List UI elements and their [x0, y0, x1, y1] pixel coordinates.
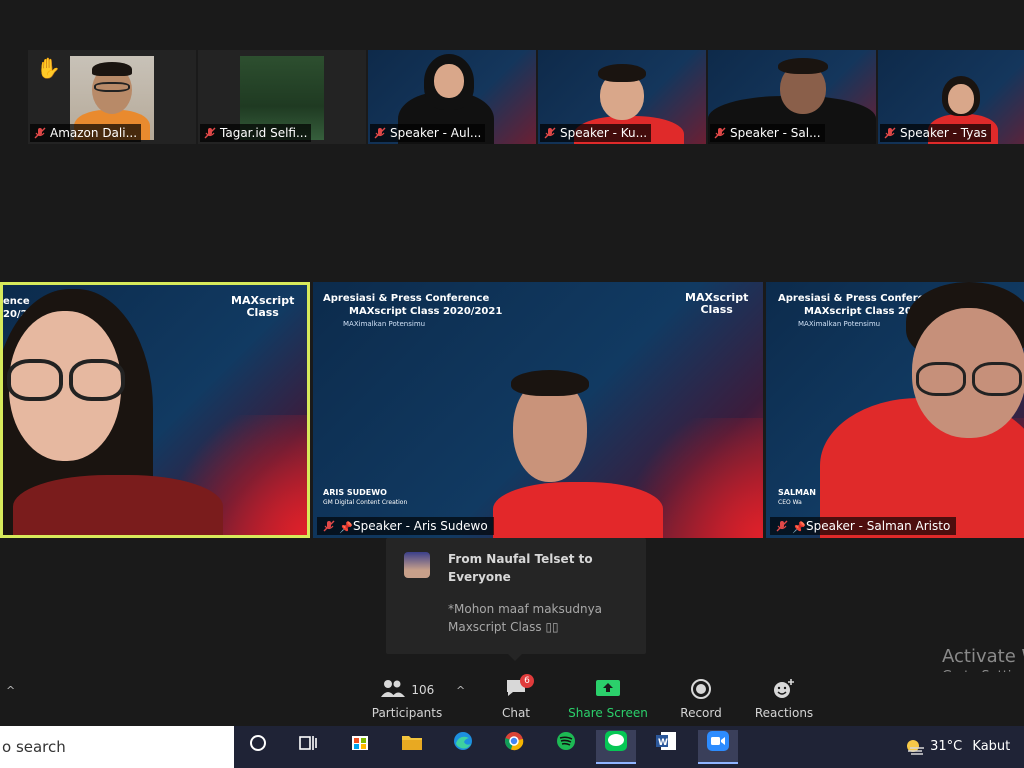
zoom-meeting-window: ✋ Amazon Dali... Tagar.id Selfi... Speak…: [0, 0, 1024, 768]
participant-name: Amazon Dali...: [30, 124, 142, 142]
taskbar-search-box[interactable]: o search: [0, 726, 234, 768]
edge-browser-icon[interactable]: [443, 730, 483, 764]
chat-sender: From Naufal Telset to Everyone: [448, 552, 593, 584]
participants-chevron-up-icon[interactable]: ^: [456, 684, 465, 697]
participant-name: Speaker - Sal...: [710, 124, 825, 142]
record-button[interactable]: Record: [674, 672, 728, 726]
chat-button[interactable]: 6 Chat: [494, 672, 538, 726]
chevron-up-icon[interactable]: ^: [6, 684, 15, 697]
chrome-browser-icon[interactable]: [494, 730, 534, 764]
cortana-icon[interactable]: [238, 730, 278, 764]
participants-icon: 106: [370, 678, 444, 702]
maxscript-logo: MAXscript Class: [685, 291, 749, 316]
speaker-tile[interactable]: Apresiasi & Press Conference MAXscript C…: [313, 282, 763, 538]
mic-muted-icon: [374, 127, 386, 139]
mic-muted-icon: [776, 520, 788, 532]
participants-button[interactable]: 106 Participants: [370, 672, 444, 726]
chat-notification[interactable]: From Naufal Telset to Everyone *Mohon ma…: [386, 538, 646, 661]
participant-thumb[interactable]: Speaker - Aul...: [368, 50, 536, 144]
speaker-name-card: SALMAN CEO Wa: [778, 488, 816, 506]
participant-thumb[interactable]: Speaker - Ku...: [538, 50, 706, 144]
participant-name: Speaker - Tyas: [880, 124, 991, 142]
share-screen-icon: [568, 678, 648, 702]
mic-muted-icon: [323, 520, 335, 532]
spotify-icon[interactable]: [546, 730, 586, 764]
mic-muted-icon: [204, 127, 216, 139]
chat-message: *Mohon maaf maksudnya Maxscript Class ▯▯: [448, 602, 603, 634]
stage-headline: Apresiasi & Press Conference MAXscript C…: [323, 293, 503, 328]
speaker-tile[interactable]: Apresiasi & Press Conference MAXscript C…: [766, 282, 1024, 538]
emoji-plus-icon: [752, 678, 816, 702]
participant-thumb[interactable]: Speaker - Sal...: [708, 50, 876, 144]
participant-name: Speaker - Aul...: [370, 124, 486, 142]
record-icon: [674, 678, 728, 702]
participant-thumb[interactable]: Tagar.id Selfi...: [198, 50, 366, 144]
file-explorer-icon[interactable]: [392, 730, 432, 764]
speaker-name-label: 📌 Speaker - Aris Sudewo: [317, 517, 494, 535]
mic-muted-icon: [884, 127, 896, 139]
gallery-strip: ✋ Amazon Dali... Tagar.id Selfi... Speak…: [28, 50, 1024, 146]
meeting-toolbar: ^ 106 Participants ^ 6 Chat Share Screen: [0, 672, 1024, 726]
weather-fog-icon: [907, 739, 924, 755]
speaker-name-card: ARIS SUDEWO GM Digital Content Creation: [323, 488, 408, 506]
word-app-icon[interactable]: W: [646, 730, 686, 764]
share-screen-button[interactable]: Share Screen: [568, 672, 648, 726]
raised-hand-icon: ✋: [36, 56, 61, 80]
windows-taskbar: o search W 31°C Kabut: [0, 726, 1024, 768]
participant-thumb[interactable]: Speaker - Tyas: [878, 50, 1024, 144]
active-speaker-tile[interactable]: ence 20/2 MAXscript Class: [0, 282, 310, 538]
speaker-name-label: 📌 Speaker - Salman Aristo: [770, 517, 957, 535]
mic-muted-icon: [714, 127, 726, 139]
maxscript-logo: MAXscript Class: [231, 294, 295, 319]
microsoft-store-icon[interactable]: [340, 730, 380, 764]
svg-text:W: W: [658, 738, 668, 748]
participant-thumb[interactable]: ✋ Amazon Dali...: [28, 50, 196, 144]
sender-avatar: [404, 552, 430, 578]
mic-muted-icon: [544, 127, 556, 139]
participant-name: Speaker - Ku...: [540, 124, 652, 142]
unread-badge: 6: [520, 674, 534, 688]
task-view-icon[interactable]: [288, 730, 328, 764]
pin-icon: 📌: [339, 521, 353, 534]
participant-name: Tagar.id Selfi...: [200, 124, 312, 142]
pin-icon: 📌: [792, 521, 806, 534]
weather-widget[interactable]: 31°C Kabut: [904, 726, 1010, 768]
line-app-icon[interactable]: [596, 730, 636, 764]
zoom-app-icon[interactable]: [698, 730, 738, 764]
reactions-button[interactable]: Reactions: [752, 672, 816, 726]
mic-muted-icon: [34, 127, 46, 139]
